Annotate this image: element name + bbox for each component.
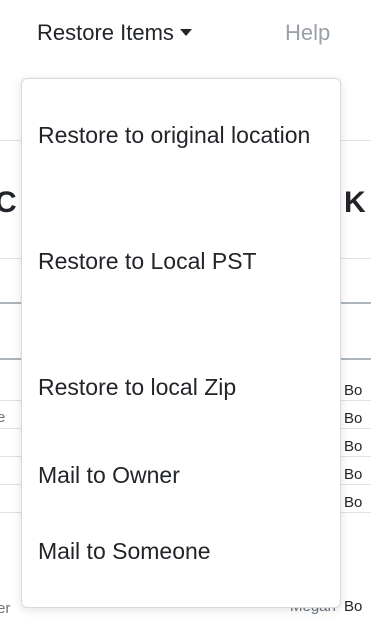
table-cell: e	[0, 409, 6, 426]
menu-item-restore-local-zip[interactable]: Restore to local Zip	[38, 371, 328, 403]
page-heading-fragment-right: K	[344, 186, 366, 219]
table-cell: Bo	[344, 410, 363, 427]
restore-items-dropdown: Restore to original location Restore to …	[21, 78, 341, 608]
caret-down-icon	[179, 29, 192, 36]
menu-item-mail-to-someone[interactable]: Mail to Someone	[38, 535, 328, 567]
table-cell: Bo	[344, 382, 363, 399]
menu-item-restore-local-pst[interactable]: Restore to Local PST	[38, 245, 328, 277]
table-cell: er	[0, 600, 11, 617]
table-cell: Bo	[344, 494, 363, 511]
menu-item-mail-to-owner[interactable]: Mail to Owner	[38, 459, 328, 491]
table-cell: Bo	[344, 598, 363, 615]
help-menu-link[interactable]: Help	[285, 18, 330, 48]
restore-items-label: Restore Items	[37, 20, 174, 45]
table-cell: Bo	[344, 466, 363, 483]
table-cell: Bo	[344, 438, 363, 455]
menu-item-restore-original-location[interactable]: Restore to original location	[38, 119, 328, 151]
screen: Restore Items Help C K Bo e Bo Bo Bo Bo …	[0, 0, 371, 622]
restore-items-menu-toggle[interactable]: Restore Items	[37, 18, 192, 48]
page-heading-fragment-left: C	[0, 186, 17, 219]
